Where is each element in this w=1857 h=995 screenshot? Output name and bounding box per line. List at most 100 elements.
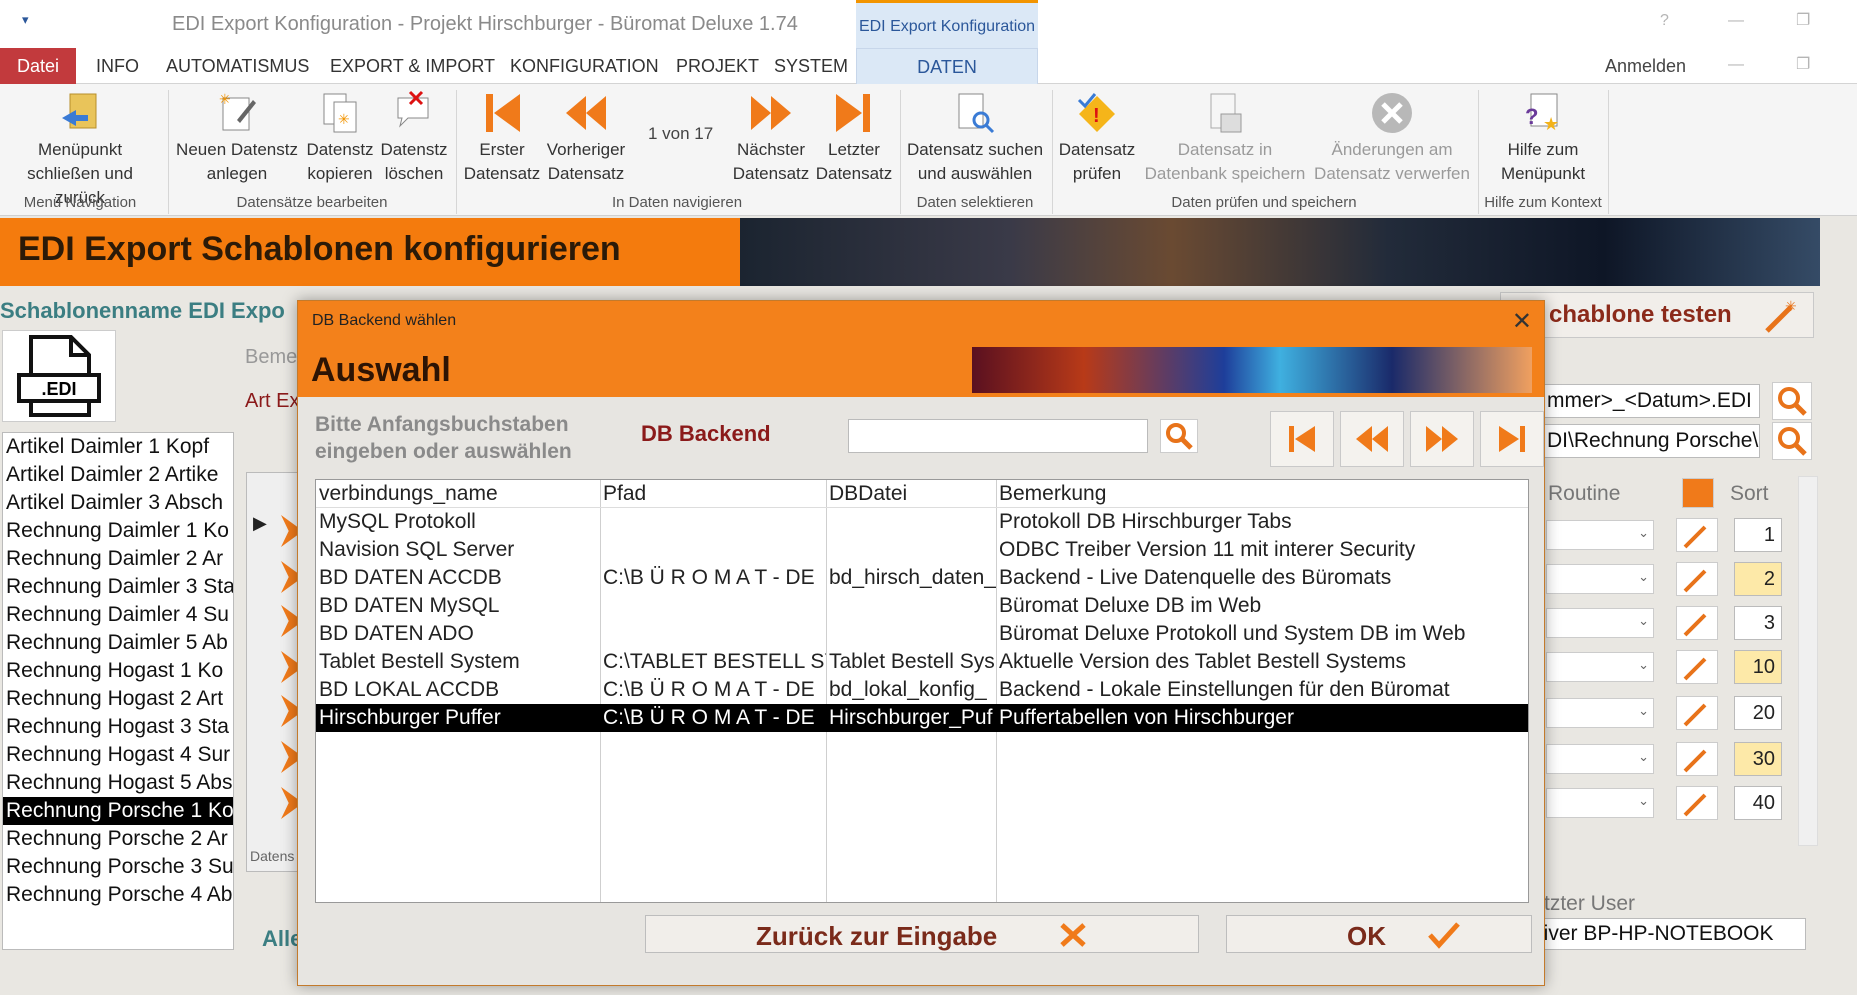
db-search-input[interactable] [848, 419, 1148, 453]
ribbon-search-record-button[interactable]: Datensatz suchen und auswählen [902, 84, 1048, 186]
db-search-button[interactable] [1160, 419, 1198, 453]
ribbon-delete-record-button[interactable]: Datenstz löschen [378, 84, 450, 186]
dateiname-search-button[interactable] [1772, 382, 1812, 420]
list-item[interactable]: Rechnung Porsche 3 Su [3, 853, 233, 881]
chevron-down-icon: ⌄ [1638, 657, 1649, 672]
routine-combo[interactable]: ⌄ [1546, 652, 1654, 682]
list-row[interactable]: Navision SQL Server ODBC Treiber Version… [316, 536, 1528, 564]
anmelden-link[interactable]: Anmelden [1605, 56, 1686, 77]
list-item[interactable]: Rechnung Hogast 3 Sta [3, 713, 233, 741]
sort-field[interactable]: 30 [1734, 742, 1782, 776]
pfad-search-button[interactable] [1772, 422, 1812, 460]
db-backend-list[interactable]: verbindungs_name Pfad DBDatei Bemerkung … [315, 479, 1529, 903]
ribbon-new-record-button[interactable]: ✳ Neuen Datenstz anlegen [172, 84, 302, 186]
ribbon-save-record-button[interactable]: Datensatz in Datenbank speichern [1140, 84, 1310, 186]
dialog-first-button[interactable] [1270, 411, 1334, 467]
ribbon-next-record-button[interactable]: Nächster Datensatz [728, 84, 814, 186]
list-row[interactable]: BD DATEN MySQL Büromat Deluxe DB im Web [316, 592, 1528, 620]
list-item[interactable]: Rechnung Hogast 4 Sur [3, 741, 233, 769]
list-item[interactable]: Rechnung Daimler 5 Ab [3, 629, 233, 657]
menu-export-import[interactable]: EXPORT & IMPORT [318, 48, 507, 84]
magic-wand-button[interactable] [1676, 696, 1718, 730]
menu-projekt[interactable]: PROJEKT [664, 48, 771, 84]
ribbon-check-record-button[interactable]: ! Datensatz prüfen [1054, 84, 1140, 186]
ribbon-restore-icon[interactable]: ❐ [1796, 54, 1810, 74]
chart-icon[interactable] [1682, 478, 1714, 508]
routine-combo[interactable]: ⌄ [1546, 744, 1654, 774]
column-header[interactable]: DBDatei [826, 480, 996, 508]
dateiname-field[interactable]: mmer>_<Datum>.EDI [1540, 384, 1760, 418]
list-item[interactable]: Rechnung Daimler 4 Su [3, 601, 233, 629]
pfad-field[interactable]: DI\Rechnung Porsche\ [1540, 424, 1760, 458]
routine-combo[interactable]: ⌄ [1546, 698, 1654, 728]
list-item[interactable]: Rechnung Porsche 2 Ar [3, 825, 233, 853]
dialog-last-button[interactable] [1480, 411, 1544, 467]
ribbon-copy-record-button[interactable]: ✳ Datenstz kopieren [302, 84, 378, 186]
column-header[interactable]: Pfad [600, 480, 826, 508]
ribbon-back-button[interactable]: Menüpunkt schließen und zurück [0, 84, 160, 210]
sort-field[interactable]: 40 [1734, 786, 1782, 820]
magic-wand-button[interactable] [1676, 562, 1718, 596]
magic-wand-button[interactable] [1676, 650, 1718, 684]
list-row[interactable]: Tablet Bestell System C:\TABLET BESTELL … [316, 648, 1528, 676]
dialog-next-button[interactable] [1410, 411, 1474, 467]
dialog-previous-button[interactable] [1340, 411, 1404, 467]
list-item[interactable]: Rechnung Daimler 1 Ko [3, 517, 233, 545]
list-row[interactable]: BD LOKAL ACCDB C:\B Ü R O M A T - DE bd_… [316, 676, 1528, 704]
template-list[interactable]: Artikel Daimler 1 Kopf Artikel Daimler 2… [2, 432, 234, 950]
list-item[interactable]: Artikel Daimler 3 Absch [3, 489, 233, 517]
ribbon-help-button[interactable]: ? ★ Hilfe zum Menüpunkt [1480, 84, 1606, 186]
menu-info[interactable]: INFO [84, 48, 151, 84]
routine-combo[interactable]: ⌄ [1546, 564, 1654, 594]
list-item[interactable]: Rechnung Daimler 2 Ar [3, 545, 233, 573]
ok-button[interactable]: OK [1226, 915, 1532, 953]
list-item[interactable]: Rechnung Hogast 2 Art [3, 685, 233, 713]
list-row-selected[interactable]: Hirschburger Puffer C:\B Ü R O M A T - D… [316, 704, 1528, 732]
column-header[interactable]: verbindungs_name [316, 480, 600, 508]
magic-wand-button[interactable] [1676, 518, 1718, 552]
quick-access-icon[interactable]: ▾ [22, 12, 29, 28]
ribbon-discard-button[interactable]: Änderungen am Datensatz verwerfen [1310, 84, 1474, 186]
routine-combo[interactable]: ⌄ [1546, 520, 1654, 550]
routine-combo[interactable]: ⌄ [1546, 608, 1654, 638]
sort-field[interactable]: 10 [1734, 650, 1782, 684]
menu-daten-editieren[interactable]: DATEN EDITIEREN [856, 48, 1038, 113]
schablone-testen-button[interactable]: chablone testen ✳ [1500, 292, 1814, 338]
list-row[interactable]: MySQL Protokoll Protokoll DB Hirschburge… [316, 508, 1528, 536]
list-item[interactable]: Artikel Daimler 1 Kopf [3, 433, 233, 461]
routine-combo[interactable]: ⌄ [1546, 788, 1654, 818]
list-item[interactable]: Rechnung Hogast 5 Abs [3, 769, 233, 797]
menu-datei[interactable]: Datei [0, 48, 76, 84]
ribbon-minimize-icon[interactable]: — [1728, 56, 1744, 74]
ribbon-previous-record-button[interactable]: Vorheriger Datensatz [544, 84, 628, 186]
sort-field[interactable]: 1 [1734, 518, 1782, 552]
sort-field[interactable]: 2 [1734, 562, 1782, 596]
restore-icon[interactable]: ❐ [1796, 10, 1810, 30]
list-item[interactable]: Rechnung Daimler 3 Sta [3, 573, 233, 601]
sort-field[interactable]: 3 [1734, 606, 1782, 640]
menu-bar: Datei INFO AUTOMATISMUS EXPORT & IMPORT … [0, 48, 1857, 113]
menu-automatismus[interactable]: AUTOMATISMUS [154, 48, 321, 84]
menu-konfiguration[interactable]: KONFIGURATION [498, 48, 671, 84]
list-row[interactable]: BD DATEN ADO Büromat Deluxe Protokoll un… [316, 620, 1528, 648]
list-item[interactable]: Rechnung Porsche 4 Ab [3, 881, 233, 909]
help-icon[interactable]: ? [1660, 12, 1669, 30]
list-item[interactable]: Rechnung Porsche 1 Ko [3, 797, 233, 825]
list-item[interactable]: Rechnung Hogast 1 Ko [3, 657, 233, 685]
list-row[interactable]: BD DATEN ACCDB C:\B Ü R O M A T - DE bd_… [316, 564, 1528, 592]
close-icon[interactable]: ✕ [1512, 307, 1532, 336]
sort-field[interactable]: 20 [1734, 696, 1782, 730]
back-to-input-button[interactable]: Zurück zur Eingabe [645, 915, 1199, 953]
column-header[interactable]: Bemerkung [996, 480, 1528, 508]
magic-wand-icon: ✳ [1765, 298, 1797, 333]
magic-wand-button[interactable] [1676, 786, 1718, 820]
routine-scrollbar[interactable] [1798, 476, 1818, 846]
menu-system[interactable]: SYSTEM [762, 48, 860, 84]
magic-wand-button[interactable] [1676, 742, 1718, 776]
ribbon-first-record-button[interactable]: Erster Datensatz [460, 84, 544, 186]
minimize-icon[interactable]: — [1728, 12, 1744, 30]
ribbon-last-record-button[interactable]: Letzter Datensatz [814, 84, 894, 186]
ribbon-label: Vorheriger [546, 140, 626, 159]
magic-wand-button[interactable] [1676, 606, 1718, 640]
list-item[interactable]: Artikel Daimler 2 Artike [3, 461, 233, 489]
